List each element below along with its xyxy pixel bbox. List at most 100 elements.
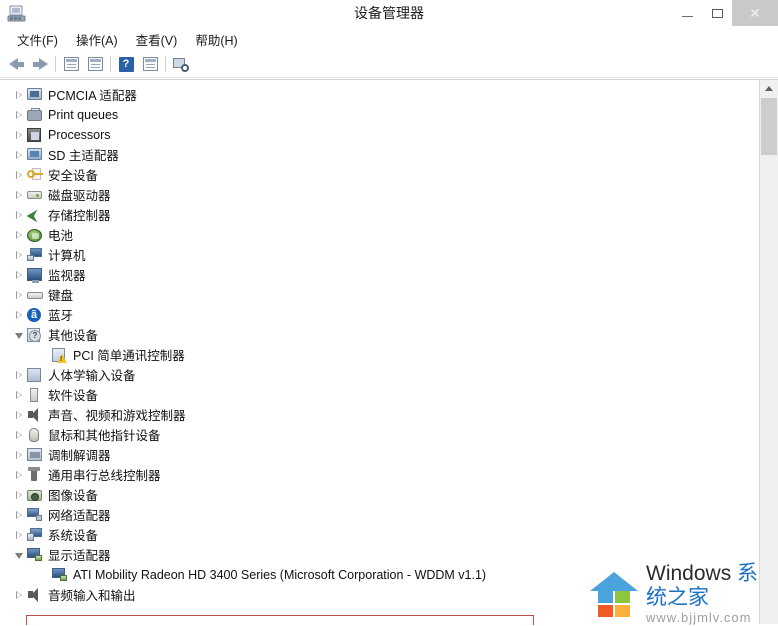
expand-arrow-icon[interactable] — [12, 425, 26, 445]
tree-row-label: 监视器 — [48, 269, 86, 283]
expand-arrow-icon[interactable] — [12, 505, 26, 525]
watermark-text: Windows 系统之家 www.bjjmlv.com — [646, 562, 774, 626]
expand-arrow-icon[interactable] — [12, 265, 26, 285]
tree-row[interactable]: 监视器 — [0, 265, 756, 285]
bluetooth-icon: ã — [26, 307, 44, 323]
list-detail-icon — [142, 57, 158, 71]
expand-arrow-icon[interactable] — [12, 305, 26, 325]
expand-arrow-icon[interactable] — [12, 245, 26, 265]
expand-arrow-icon[interactable] — [12, 445, 26, 465]
expand-arrow-icon[interactable] — [12, 85, 26, 105]
tree-row[interactable]: 键盘 — [0, 285, 756, 305]
expand-arrow-icon[interactable] — [12, 485, 26, 505]
battery-icon — [26, 227, 44, 243]
expand-arrow-icon[interactable] — [12, 225, 26, 245]
tree-row[interactable]: 软件设备 — [0, 385, 756, 405]
expand-arrow-icon[interactable] — [12, 525, 26, 545]
expand-arrow-icon[interactable] — [12, 385, 26, 405]
minimize-icon — [681, 15, 693, 17]
tree-row-label: ATI Mobility Radeon HD 3400 Series (Micr… — [73, 567, 487, 582]
properties-button[interactable] — [59, 53, 83, 75]
tree-row[interactable]: PCI 简单通讯控制器 — [0, 345, 756, 365]
tree-row[interactable]: 人体学输入设备 — [0, 365, 756, 385]
expand-arrow-icon[interactable] — [12, 145, 26, 165]
tree-row[interactable]: 电池 — [0, 225, 756, 245]
pcmcia-icon — [26, 87, 44, 103]
title-bar: 设备管理器 ✕ — [0, 0, 778, 28]
tree-row[interactable]: ã 蓝牙 — [0, 305, 756, 325]
sd-host-icon — [26, 147, 44, 163]
windows-house-logo-icon — [588, 570, 640, 618]
vertical-scrollbar[interactable] — [759, 80, 778, 624]
tree-row[interactable]: ⮜ 存储控制器 — [0, 205, 756, 225]
scrollbar-track[interactable] — [761, 155, 777, 624]
tree-row-label: 图像设备 — [48, 489, 99, 503]
tree-row[interactable]: 图像设备 — [0, 485, 756, 505]
usb-icon — [26, 467, 44, 483]
minimize-button[interactable] — [672, 0, 702, 26]
maximize-button[interactable] — [702, 0, 732, 26]
tree-row[interactable]: Processors — [0, 125, 756, 145]
expand-arrow-icon[interactable] — [12, 105, 26, 125]
expand-arrow-icon[interactable] — [12, 585, 26, 605]
tree-row[interactable]: Print queues — [0, 105, 756, 125]
menu-item-action[interactable]: 操作(A) — [67, 28, 127, 51]
device-tree-pane[interactable]: PCMCIA 适配器 Print queues Processors SD 主适配器安… — [0, 79, 778, 625]
forward-button[interactable] — [28, 53, 52, 75]
collapse-arrow-icon[interactable] — [12, 325, 26, 345]
expand-arrow-icon[interactable] — [12, 405, 26, 425]
menu-item-help[interactable]: 帮助(H) — [186, 28, 246, 51]
tree-row[interactable]: 网络适配器 — [0, 505, 756, 525]
speaker-icon — [26, 407, 44, 423]
help-button[interactable]: ? — [114, 53, 138, 75]
tree-row-label: 其他设备 — [48, 329, 99, 343]
scroll-up-arrow-icon[interactable] — [760, 80, 777, 97]
printer-icon — [26, 107, 44, 123]
tree-row[interactable]: SD 主适配器 — [0, 145, 756, 165]
tree-row-label: 磁盘驱动器 — [48, 189, 111, 203]
show-hidden-button[interactable] — [138, 53, 162, 75]
monitor-icon — [26, 267, 44, 283]
menu-item-file[interactable]: 文件(F) — [8, 28, 67, 51]
tree-row-label: 音频输入和输出 — [48, 589, 136, 603]
processor-icon — [26, 127, 44, 143]
device-tree: PCMCIA 适配器 Print queues Processors SD 主适配器安… — [0, 85, 756, 605]
tree-row[interactable]: ? 其他设备 — [0, 325, 756, 345]
tree-row-label: 电池 — [48, 229, 74, 243]
tree-row[interactable]: 鼠标和其他指针设备 — [0, 425, 756, 445]
tree-row[interactable]: 安全设备 — [0, 165, 756, 185]
tree-row[interactable]: 计算机 — [0, 245, 756, 265]
tree-row[interactable]: 声音、视频和游戏控制器 — [0, 405, 756, 425]
expand-arrow-icon[interactable] — [12, 365, 26, 385]
collapse-arrow-icon[interactable] — [12, 545, 26, 565]
menu-item-view[interactable]: 查看(V) — [127, 28, 187, 51]
toolbar-separator — [165, 56, 166, 72]
tree-row[interactable]: 磁盘驱动器 — [0, 185, 756, 205]
tree-row[interactable]: 通用串行总线控制器 — [0, 465, 756, 485]
expand-arrow-icon[interactable] — [12, 185, 26, 205]
toolbar-separator — [55, 56, 56, 72]
tree-row-label: 计算机 — [48, 249, 86, 263]
expand-arrow-icon[interactable] — [12, 125, 26, 145]
tree-row[interactable]: PCMCIA 适配器 — [0, 85, 756, 105]
tree-row[interactable]: 调制解调器 — [0, 445, 756, 465]
expand-arrow-icon[interactable] — [12, 465, 26, 485]
tree-row[interactable]: 显示适配器 — [0, 545, 756, 565]
properties-list-icon — [63, 57, 79, 71]
update-driver-button[interactable] — [83, 53, 107, 75]
scrollbar-thumb[interactable] — [761, 98, 777, 155]
tree-row[interactable]: 系统设备 — [0, 525, 756, 545]
storage-controller-icon: ⮜ — [27, 207, 37, 223]
expand-arrow-icon[interactable] — [12, 285, 26, 305]
expand-arrow-icon[interactable] — [12, 205, 26, 225]
close-button[interactable]: ✕ — [732, 0, 778, 26]
back-button[interactable] — [4, 53, 28, 75]
network-adapter-icon — [26, 507, 44, 523]
scan-hardware-button[interactable] — [169, 53, 193, 75]
speaker-icon — [26, 587, 44, 603]
mouse-icon — [26, 427, 44, 443]
expand-arrow-icon[interactable] — [12, 165, 26, 185]
other-device-icon: ? — [26, 327, 44, 343]
